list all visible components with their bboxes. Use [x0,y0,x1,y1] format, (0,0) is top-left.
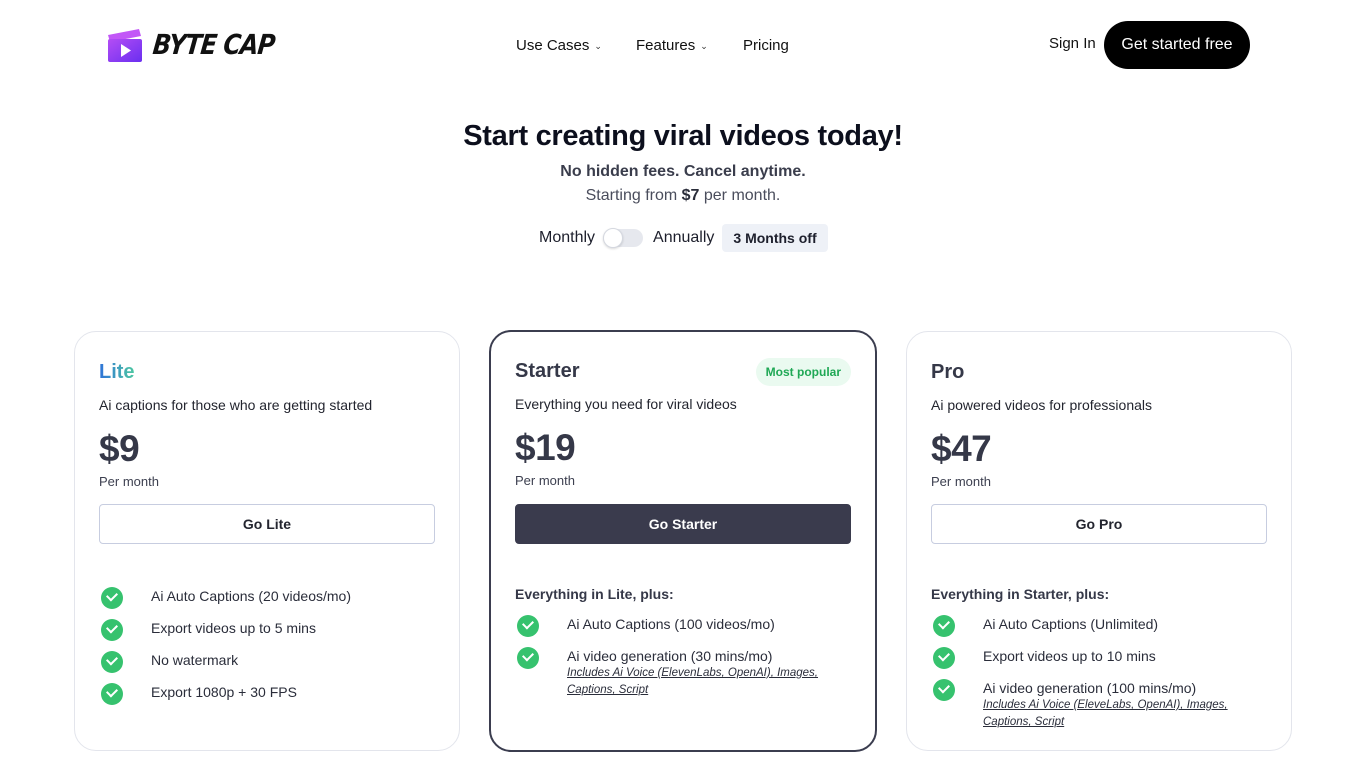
check-circle-icon [101,651,123,673]
plan-card-lite: Lite Ai captions for those who are getti… [74,331,460,751]
feature-note-link[interactable]: Includes Ai Voice (EleveLabs, OpenAI), I… [983,697,1253,731]
feature-text: Export videos up to 10 mins [983,648,1156,664]
plan-price: $19 [515,427,576,468]
starting-price-text: Starting from $7 per month. [0,187,1366,205]
nav-features[interactable]: Features ⌄ [636,37,708,54]
billing-toggle[interactable] [603,228,644,248]
brand-name: BYTE CAP [151,28,276,62]
feature-item: Ai Auto Captions (100 videos/mo) [517,615,775,637]
plan-price: $9 [99,428,140,469]
check-circle-icon [101,587,123,609]
nav-pricing[interactable]: Pricing [743,37,789,54]
feature-title: Ai video generation (30 mins/mo) [567,648,773,664]
go-lite-button[interactable]: Go Lite [99,504,435,544]
billing-toggle-group: Monthly Annually 3 Months off [539,224,828,252]
annually-label[interactable]: Annually [653,229,714,247]
plan-name: Pro [931,361,965,383]
hero-subtitle: No hidden fees. Cancel anytime. [560,163,806,180]
plan-period: Per month [99,474,159,489]
brand-logo[interactable]: BYTE CAP [107,27,276,63]
includes-heading: Everything in Starter, plus: [931,586,1110,602]
check-circle-icon [517,615,539,637]
feature-text: Ai video generation (30 mins/mo) Include… [567,648,837,699]
plan-card-pro: Pro Ai powered videos for professionals … [906,331,1292,751]
feature-item: No watermark [101,651,238,673]
discount-badge: 3 Months off [722,224,828,252]
check-circle-icon [933,679,955,701]
plan-price: $47 [931,428,992,469]
go-starter-button[interactable]: Go Starter [515,504,851,544]
plan-period: Per month [515,473,575,488]
feature-item: Ai video generation (30 mins/mo) Include… [517,647,837,699]
plan-description: Ai captions for those who are getting st… [99,397,373,413]
starting-prefix: Starting from [585,187,682,204]
check-circle-icon [933,615,955,637]
monthly-label[interactable]: Monthly [539,229,595,247]
plan-name: Starter [515,360,580,382]
feature-text: No watermark [151,652,239,668]
plan-description: Ai powered videos for professionals [931,397,1153,413]
feature-item: Ai video generation (100 mins/mo) Includ… [933,679,1253,731]
feature-text: Ai Auto Captions (Unlimited) [983,616,1159,632]
nav-use-cases[interactable]: Use Cases ⌄ [516,37,602,54]
feature-item: Export videos up to 5 mins [101,619,316,641]
nav-use-cases-label: Use Cases [516,36,590,54]
check-circle-icon [517,647,539,669]
feature-note-link[interactable]: Includes Ai Voice (ElevenLabs, OpenAI), … [567,665,837,699]
nav-features-label: Features [636,36,696,54]
feature-item: Export videos up to 10 mins [933,647,1156,669]
feature-text: Ai Auto Captions (20 videos/mo) [151,588,351,604]
includes-heading: Everything in Lite, plus: [515,586,674,602]
plan-card-starter: Starter Most popular Everything you need… [489,330,877,752]
chevron-down-icon: ⌄ [700,40,708,51]
toggle-knob [603,228,624,248]
feature-item: Ai Auto Captions (Unlimited) [933,615,1158,637]
chevron-down-icon: ⌄ [594,40,602,51]
check-circle-icon [933,647,955,669]
plan-name: Lite [99,361,135,383]
get-started-button[interactable]: Get started free [1104,21,1250,69]
play-clapper-logo-icon [107,27,143,63]
go-pro-button[interactable]: Go Pro [931,504,1267,544]
starting-price: $7 [681,187,700,204]
most-popular-badge: Most popular [755,358,851,386]
feature-item: Export 1080p + 30 FPS [101,683,297,705]
feature-text: Export videos up to 5 mins [151,620,316,636]
page-title: Start creating viral videos today! [463,120,903,152]
plan-period: Per month [931,474,991,489]
feature-text: Export 1080p + 30 FPS [151,684,297,700]
feature-title: Ai video generation (100 mins/mo) [983,680,1197,696]
sign-in-link[interactable]: Sign In [1049,35,1096,52]
feature-text: Ai Auto Captions (100 videos/mo) [567,616,775,632]
plan-description: Everything you need for viral videos [515,396,737,412]
check-circle-icon [101,619,123,641]
feature-item: Ai Auto Captions (20 videos/mo) [101,587,351,609]
starting-suffix: per month. [699,187,781,204]
nav-pricing-label: Pricing [743,36,789,54]
feature-text: Ai video generation (100 mins/mo) Includ… [983,680,1253,731]
check-circle-icon [101,683,123,705]
